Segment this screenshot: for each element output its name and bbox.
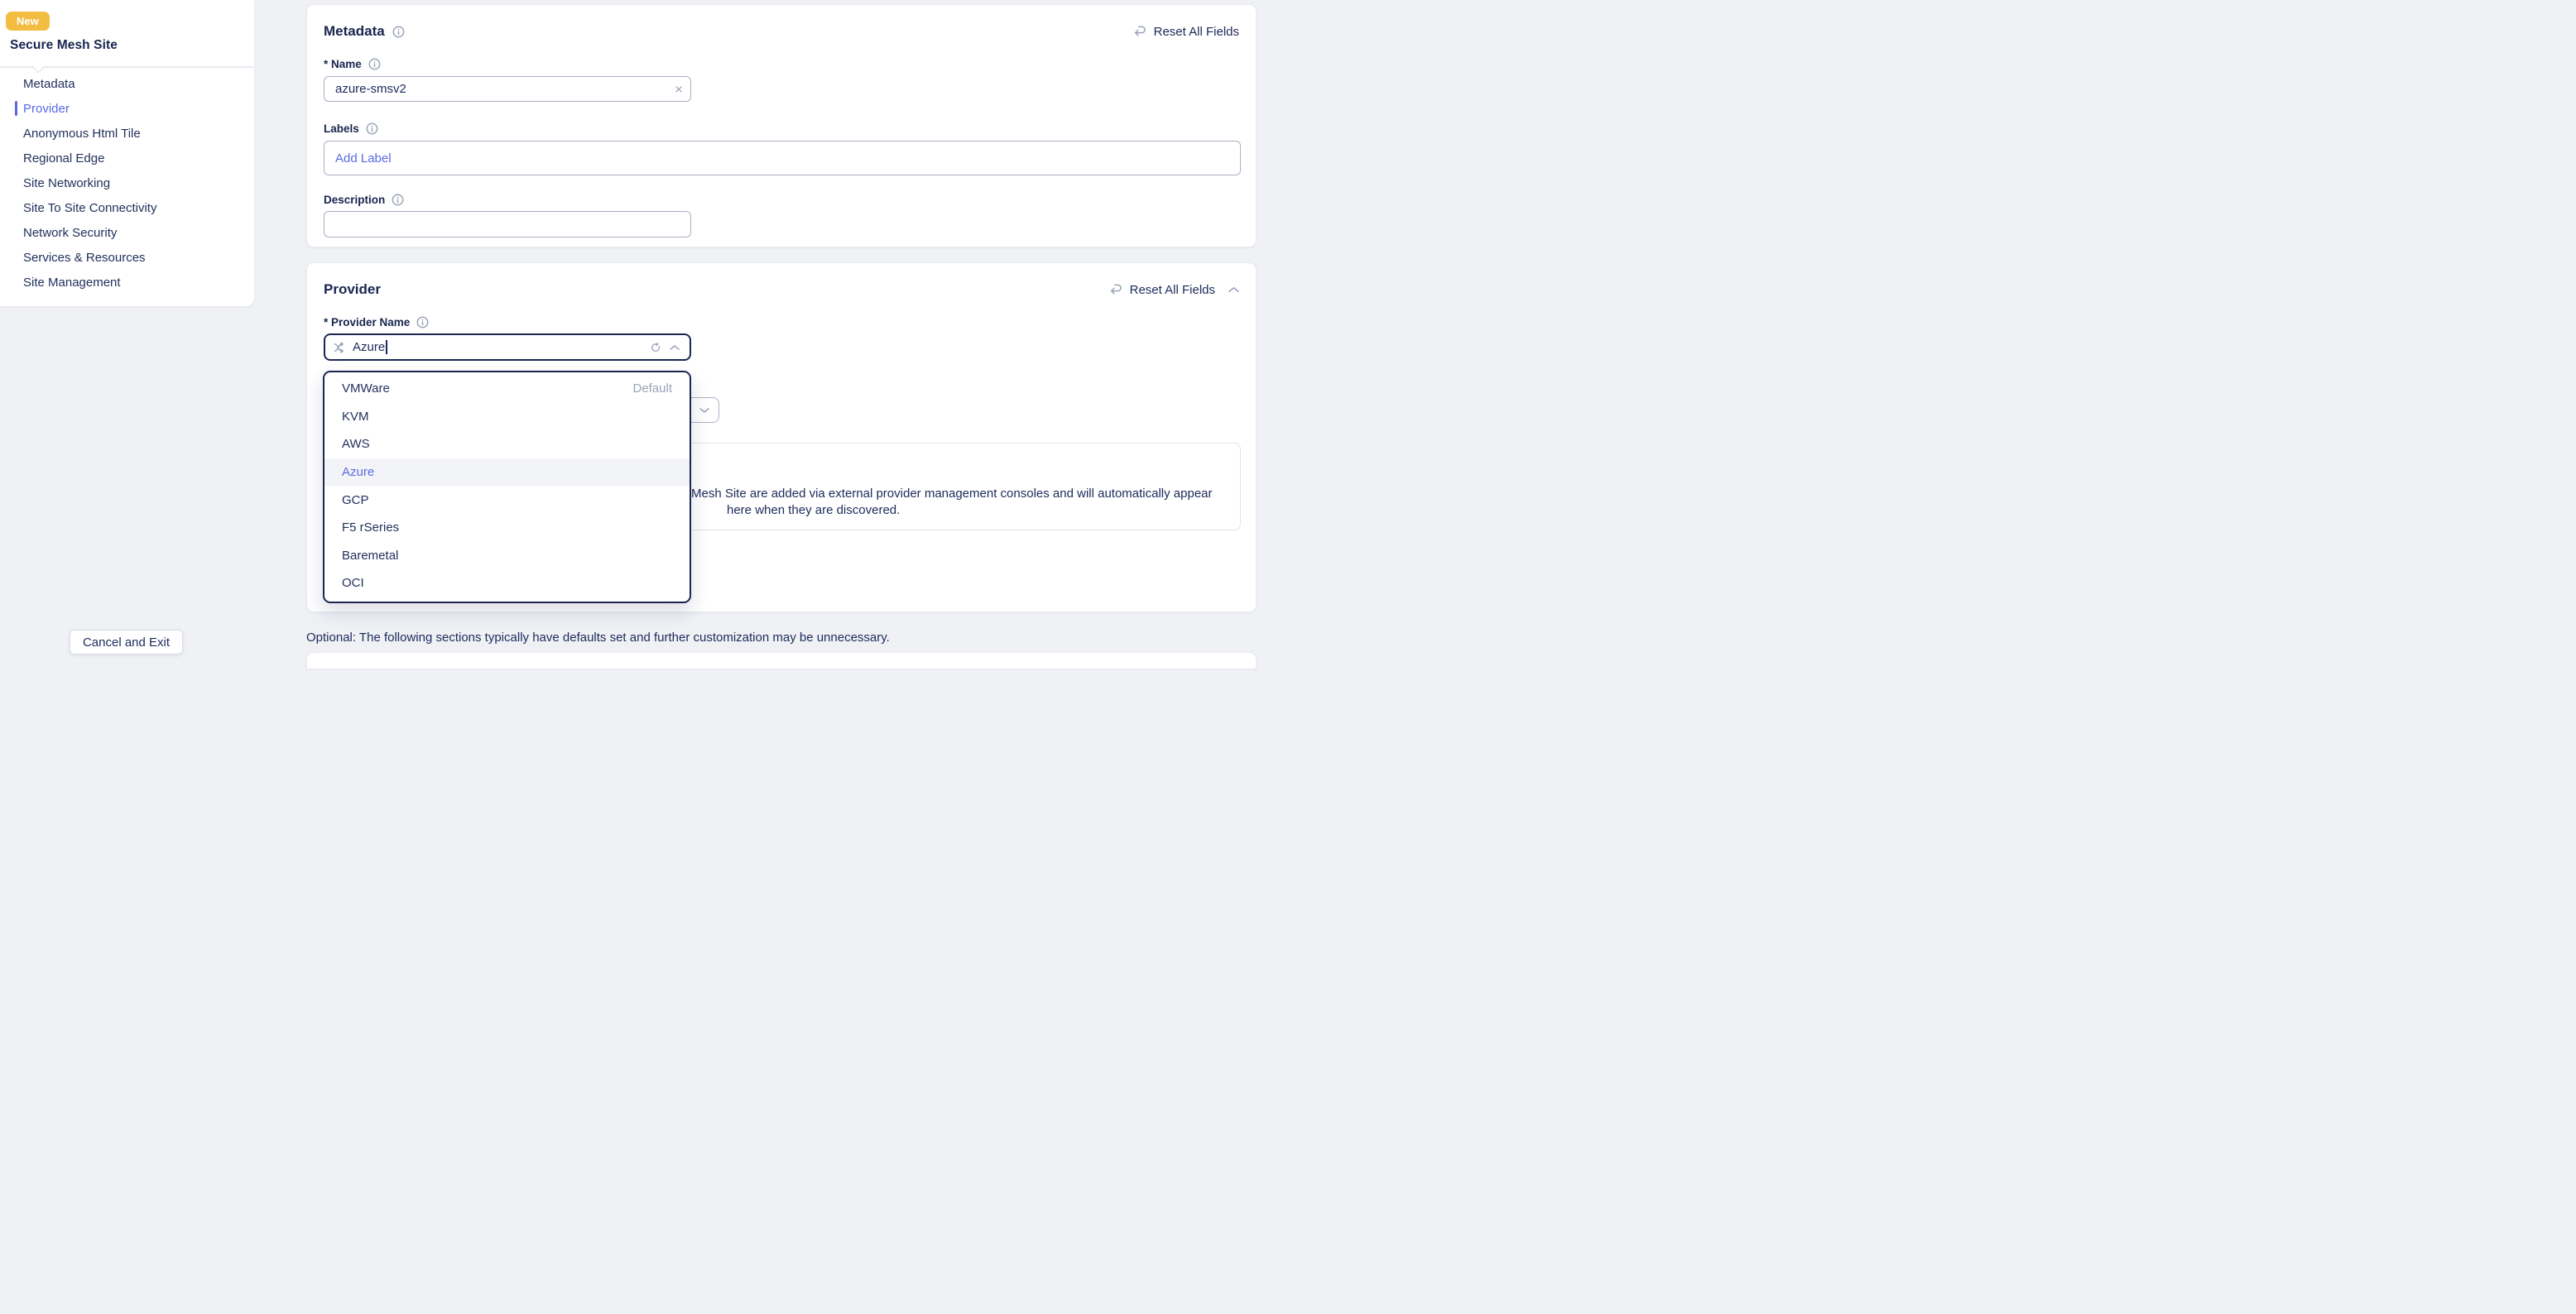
sidebar-item-label: Metadata [23, 77, 75, 91]
new-badge: New [6, 12, 50, 31]
nodes-info-text-line2: here when they are discovered. [727, 502, 1240, 519]
provider-option-label: VMWare [342, 381, 390, 396]
sidebar-item-label: Anonymous Html Tile [23, 127, 141, 141]
provider-dropdown-option[interactable]: OCI [324, 569, 690, 597]
provider-dropdown-option[interactable]: KVM [324, 403, 690, 431]
sidebar-nav: Metadata Provider Anonymous Html Tile Re… [0, 71, 254, 295]
provider-option-label: KVM [342, 410, 369, 424]
description-field-label: Description [324, 194, 1239, 206]
provider-dropdown-option[interactable]: Baremetal [324, 542, 690, 570]
provider-option-label: Baremetal [342, 549, 398, 563]
page: New Secure Mesh Site Metadata Provider A… [0, 0, 1288, 657]
provider-dropdown-option[interactable]: GCP [324, 486, 690, 514]
provider-title: Provider [324, 281, 381, 298]
provider-dropdown-option[interactable]: VMWare Default [324, 375, 690, 403]
main-content: Metadata Reset All Fields * Name [306, 0, 1257, 669]
sidebar-item-label: Provider [23, 102, 70, 116]
sidebar-item[interactable]: Metadata [0, 71, 254, 96]
provider-name-value: Azure [353, 340, 385, 354]
refresh-icon[interactable] [651, 343, 661, 352]
sidebar-item[interactable]: Regional Edge [0, 146, 254, 170]
metadata-title: Metadata [324, 23, 385, 40]
cancel-and-exit-button[interactable]: Cancel and Exit [70, 630, 183, 655]
provider-name-field-label: * Provider Name [324, 316, 1239, 328]
sidebar-title: Secure Mesh Site [10, 38, 118, 53]
sidebar-item-label: Site To Site Connectivity [23, 201, 156, 215]
sidebar-item[interactable]: Anonymous Html Tile [0, 121, 254, 146]
provider-name-combobox[interactable]: Azure [324, 333, 691, 361]
provider-card-header: Provider Reset All Fields [324, 263, 1239, 298]
next-section-card [306, 652, 1257, 669]
info-icon[interactable] [368, 58, 381, 70]
sidebar-item[interactable]: Network Security [0, 220, 254, 245]
optional-sections-note: Optional: The following sections typical… [306, 631, 1257, 645]
sidebar-item[interactable]: Site To Site Connectivity [0, 195, 254, 220]
sidebar-item[interactable]: Provider [0, 96, 254, 121]
provider-option-label: OCI [342, 576, 364, 590]
sidebar-item-label: Services & Resources [23, 251, 146, 265]
name-field-label: * Name [324, 58, 1239, 70]
info-icon[interactable] [366, 122, 378, 135]
name-input[interactable] [324, 76, 691, 102]
provider-dropdown-option[interactable]: F5 rSeries [324, 514, 690, 542]
info-icon[interactable] [392, 26, 405, 38]
sidebar-item[interactable]: Site Networking [0, 170, 254, 195]
shuffle-icon [334, 342, 346, 353]
sidebar-item[interactable]: Services & Resources [0, 245, 254, 270]
provider-dropdown-menu: VMWare Default KVM AWS Azure GCP [323, 371, 691, 603]
provider-card: Provider Reset All Fields [306, 262, 1257, 612]
info-icon[interactable] [416, 316, 429, 328]
undo-arrow-icon [1108, 283, 1122, 296]
sidebar-item-label: Regional Edge [23, 151, 104, 165]
sidebar-item[interactable]: Site Management [0, 270, 254, 295]
metadata-card: Metadata Reset All Fields * Name [306, 4, 1257, 247]
add-label-placeholder[interactable]: Add Label [335, 151, 392, 165]
sidebar-item-label: Site Networking [23, 176, 110, 190]
provider-option-label: F5 rSeries [342, 520, 399, 535]
sidebar-item-label: Network Security [23, 226, 117, 240]
reset-all-fields-button[interactable]: Reset All Fields [1132, 25, 1239, 39]
provider-dropdown-option[interactable]: AWS [324, 430, 690, 458]
provider-option-label: Azure [342, 465, 374, 479]
info-icon[interactable] [392, 194, 404, 206]
provider-dropdown-option[interactable]: Azure [324, 458, 690, 487]
chevron-up-icon [1228, 286, 1239, 293]
chevron-down-icon [699, 407, 709, 414]
nodes-info-text-line1: Mesh Site are added via external provide… [691, 486, 1240, 502]
metadata-card-header: Metadata Reset All Fields [324, 5, 1239, 40]
provider-option-default-badge: Default [632, 381, 672, 396]
sidebar: New Secure Mesh Site Metadata Provider A… [0, 0, 254, 306]
provider-option-label: GCP [342, 493, 369, 507]
provider-option-label: AWS [342, 437, 370, 451]
description-input[interactable] [324, 211, 691, 237]
undo-arrow-icon [1132, 25, 1146, 38]
labels-input[interactable]: Add Label [324, 141, 1241, 175]
labels-field-label: Labels [324, 122, 1239, 135]
chevron-up-icon[interactable] [670, 344, 680, 351]
collapse-section-button[interactable] [1228, 286, 1239, 293]
reset-all-fields-label: Reset All Fields [1130, 283, 1215, 297]
reset-all-fields-label: Reset All Fields [1154, 25, 1239, 39]
sidebar-item-label: Site Management [23, 276, 121, 290]
reset-all-fields-button[interactable]: Reset All Fields [1108, 283, 1215, 297]
clear-name-x-icon[interactable]: × [675, 82, 683, 96]
text-cursor [386, 340, 387, 354]
